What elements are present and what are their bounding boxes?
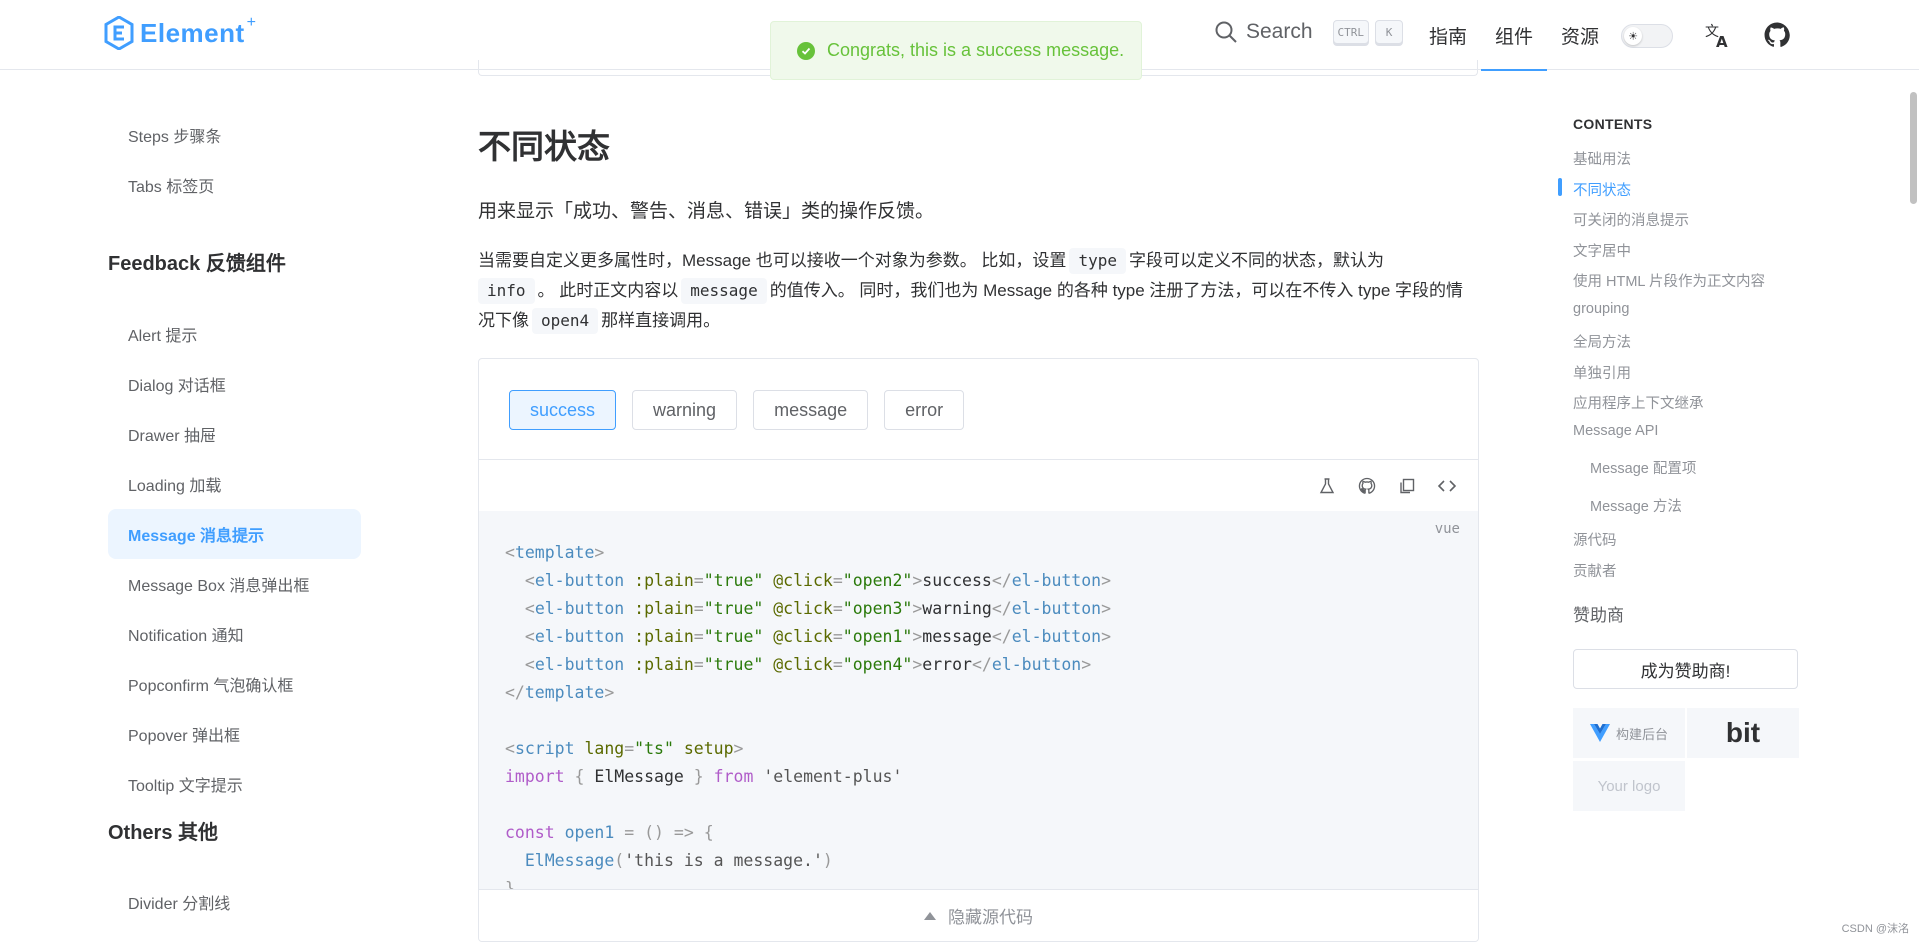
sidebar-item-tabs[interactable]: Tabs 标签页 [108, 160, 361, 210]
github-source-icon[interactable] [1356, 475, 1378, 497]
sun-icon: ☀ [1624, 27, 1642, 45]
sidebar-item-notification[interactable]: Notification 通知 [108, 609, 361, 659]
sponsor-vue-admin[interactable]: 构建后台 [1573, 708, 1685, 758]
section-description: 当需要自定义更多属性时，Message 也可以接收一个对象为参数。 比如，设置 t… [478, 246, 1478, 336]
sponsor-title: 赞助商 [1573, 606, 1624, 625]
toc-item-centered[interactable]: 文字居中 [1573, 240, 1631, 261]
desc-text-1: 当需要自定义更多属性时，Message 也可以接收一个对象为参数。 比如，设置 [478, 251, 1067, 270]
success-button[interactable]: success [509, 390, 617, 430]
source-code: <template> <el-button :plain="true" @cli… [505, 543, 1112, 891]
warning-button[interactable]: warning [632, 390, 738, 430]
translate-icon[interactable]: 文 A [1704, 21, 1732, 49]
section-heading: 不同状态 [478, 128, 610, 165]
sidebar-item-popconfirm[interactable]: Popconfirm 气泡确认框 [108, 659, 361, 709]
toc-item-api[interactable]: Message API [1573, 423, 1658, 439]
code-language-label: vue [1434, 521, 1460, 537]
code-toggle-icon[interactable] [1436, 475, 1458, 497]
sidebar-item-popover[interactable]: Popover 弹出框 [108, 709, 361, 759]
logo-text: Element [140, 17, 245, 48]
sidebar-item-dialog[interactable]: Dialog 对话框 [108, 359, 361, 409]
playground-flask-icon[interactable] [1316, 475, 1338, 497]
source-code-block: vue <template> <el-button :plain="true" … [479, 511, 1478, 891]
sidebar-item-alert[interactable]: Alert 提示 [108, 309, 361, 359]
toc-active-marker [1558, 178, 1562, 196]
inline-code-open4: open4 [532, 308, 599, 334]
sponsor-your-logo[interactable]: Your logo [1573, 761, 1685, 811]
sidebar-group-others: Others 其他 [108, 822, 219, 844]
caret-up-icon [924, 911, 936, 920]
toc-item-contributors[interactable]: 贡献者 [1573, 560, 1617, 581]
toc-item-global[interactable]: 全局方法 [1573, 331, 1631, 352]
vue-logo-icon [1589, 724, 1610, 742]
inline-code-message: message [681, 278, 767, 304]
toc-title: CONTENTS [1573, 116, 1653, 132]
toc-item-grouping[interactable]: grouping [1573, 301, 1629, 317]
demo-block: success warning message error vue <templ… [478, 358, 1479, 942]
sidebar: Steps 步骤条 Tabs 标签页 Feedback 反馈组件 Alert 提… [0, 71, 370, 942]
success-check-icon [797, 41, 815, 60]
sidebar-item-steps[interactable]: Steps 步骤条 [108, 110, 361, 160]
sidebar-item-message[interactable]: Message 消息提示 [108, 509, 361, 559]
copy-icon[interactable] [1396, 475, 1418, 497]
search-icon [1214, 20, 1238, 44]
toc-item-states[interactable]: 不同状态 [1573, 179, 1631, 200]
search-button[interactable]: Search CTRL K [1214, 20, 1404, 44]
toc-item-import[interactable]: 单独引用 [1573, 362, 1631, 383]
toc-item-methods[interactable]: Message 方法 [1590, 495, 1682, 516]
toggle-source-button[interactable]: 隐藏源代码 [479, 889, 1478, 941]
error-button[interactable]: error [884, 390, 965, 430]
message-button[interactable]: message [753, 390, 869, 430]
toc-item-source[interactable]: 源代码 [1573, 529, 1617, 550]
desc-text-2: 字段可以定义不同的状态，默认为 [1128, 251, 1384, 270]
toc-item-config[interactable]: Message 配置项 [1590, 457, 1696, 478]
sidebar-group-feedback: Feedback 反馈组件 [108, 253, 286, 275]
toggle-source-label: 隐藏源代码 [948, 908, 1033, 927]
sponsor-3-label: Your logo [1597, 777, 1661, 795]
page-scrollbar[interactable] [1910, 92, 1917, 204]
inline-code-type: type [1069, 248, 1126, 274]
sidebar-item-message-box[interactable]: Message Box 消息弹出框 [108, 559, 361, 609]
success-message-toast: Congrats, this is a success message. [770, 21, 1142, 80]
nav-resource[interactable]: 资源 [1547, 0, 1613, 70]
nav-component[interactable]: 组件 [1481, 0, 1548, 71]
become-sponsor-button[interactable]: 成为赞助商! [1573, 649, 1798, 689]
sponsor-bit[interactable]: bit [1687, 708, 1799, 758]
theme-toggle[interactable]: ☀ [1621, 24, 1673, 48]
desc-text-5: 那样直接调用。 [601, 311, 721, 330]
sidebar-item-tooltip[interactable]: Tooltip 文字提示 [108, 759, 361, 809]
element-plus-logo[interactable]: Element + [104, 14, 256, 50]
kbd-ctrl: CTRL [1332, 20, 1370, 44]
sidebar-item-drawer[interactable]: Drawer 抽屉 [108, 409, 361, 459]
demo-toolbar [479, 459, 1478, 511]
element-logo-icon [104, 16, 134, 50]
demo-buttons: success warning message error [509, 390, 965, 430]
sidebar-item-loading[interactable]: Loading 加载 [108, 459, 361, 509]
search-label: Search [1246, 20, 1313, 43]
sponsor-1-label: 构建后台 [1615, 726, 1668, 742]
sponsor-2-label: bit [1725, 717, 1761, 748]
section-intro: 用来显示「成功、警告、消息、错误」类的操作反馈。 [478, 201, 935, 222]
watermark-credit: CSDN @沫洺 [1841, 923, 1909, 935]
logo-plus: + [246, 14, 256, 31]
toc-item-html[interactable]: 使用 HTML 片段作为正文内容 [1573, 270, 1765, 291]
github-icon[interactable] [1763, 21, 1791, 49]
kbd-k: K [1375, 20, 1404, 44]
sidebar-item-divider[interactable]: Divider 分割线 [108, 877, 361, 927]
toast-text: Congrats, this is a success message. [827, 40, 1125, 60]
toc-item-context[interactable]: 应用程序上下文继承 [1573, 392, 1704, 413]
toc-item-closable[interactable]: 可关闭的消息提示 [1573, 209, 1689, 230]
inline-code-info: info [478, 278, 535, 304]
toc-item-basic[interactable]: 基础用法 [1573, 148, 1631, 169]
desc-text-3: 。 此时正文内容以 [537, 281, 679, 300]
svg-text:A: A [1716, 33, 1728, 49]
